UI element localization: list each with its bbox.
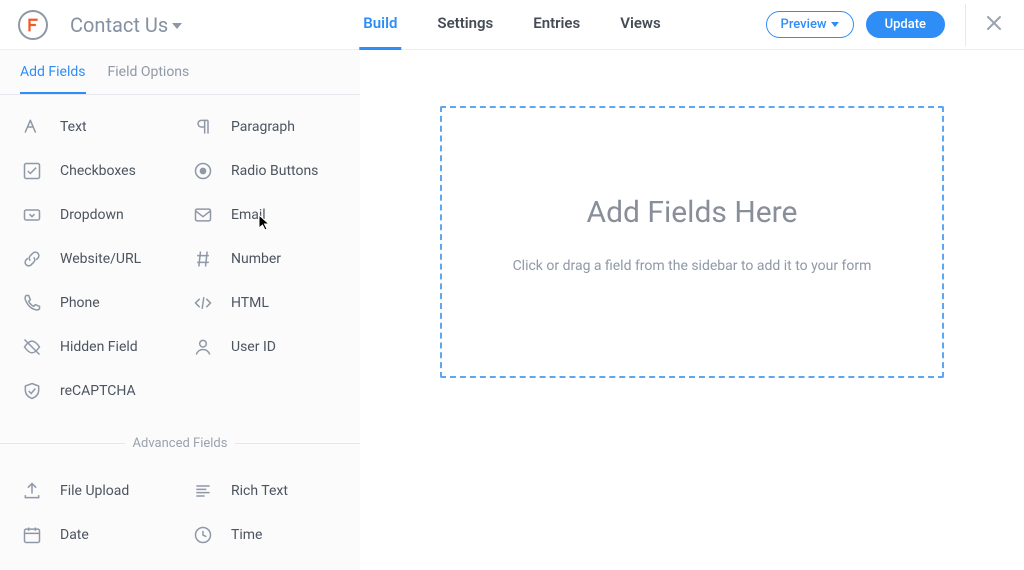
field-item-paragraph[interactable]: Paragraph (181, 105, 352, 149)
checkbox-icon (20, 159, 44, 183)
link-icon (20, 247, 44, 271)
field-item-label: Hidden Field (60, 339, 138, 355)
field-item-label: User ID (231, 339, 276, 355)
close-icon (986, 15, 1002, 31)
field-item-label: HTML (231, 295, 269, 311)
user-icon (191, 335, 215, 359)
upload-icon (20, 479, 44, 503)
date-icon (20, 523, 44, 547)
richtext-icon (191, 479, 215, 503)
field-item-star[interactable]: Star Rating (181, 557, 352, 570)
phone-icon (20, 291, 44, 315)
field-item-label: Number (231, 251, 281, 267)
field-item-dropdown[interactable]: Dropdown (10, 193, 181, 237)
field-item-time[interactable]: Time (181, 513, 352, 557)
section-label-advanced: Advanced Fields (125, 436, 236, 451)
html-icon (191, 291, 215, 315)
shield-icon (20, 379, 44, 403)
section-header-advanced: Advanced Fields (0, 431, 360, 455)
field-item-label: Date (60, 527, 89, 543)
field-item-link[interactable]: Website/URL (10, 237, 181, 281)
sidebar-tab-add-fields[interactable]: Add Fields (20, 64, 86, 94)
form-title-dropdown[interactable]: Contact Us (70, 13, 182, 37)
field-item-radio[interactable]: Radio Buttons (181, 149, 352, 193)
field-item-phone[interactable]: Phone (10, 281, 181, 325)
field-item-label: reCAPTCHA (60, 383, 136, 399)
email-icon (191, 203, 215, 227)
update-button[interactable]: Update (866, 11, 945, 38)
field-item-scale[interactable]: Scale (10, 557, 181, 570)
divider (965, 4, 966, 46)
tab-settings[interactable]: Settings (433, 0, 497, 50)
text-icon (20, 115, 44, 139)
field-item-label: Website/URL (60, 251, 141, 267)
field-item-email[interactable]: Email (181, 193, 352, 237)
field-item-upload[interactable]: File Upload (10, 469, 181, 513)
chevron-down-icon (172, 23, 182, 29)
hidden-icon (20, 335, 44, 359)
field-item-label: Dropdown (60, 207, 124, 223)
drop-zone[interactable]: Add Fields Here Click or drag a field fr… (440, 106, 944, 378)
drop-zone-subtitle: Click or drag a field from the sidebar t… (513, 258, 872, 274)
chevron-down-small-icon (831, 22, 839, 27)
dropdown-icon (20, 203, 44, 227)
field-item-hash[interactable]: Number (181, 237, 352, 281)
tab-entries[interactable]: Entries (529, 0, 584, 50)
field-item-label: Email (231, 207, 266, 223)
form-title-label: Contact Us (70, 13, 168, 37)
time-icon (191, 523, 215, 547)
paragraph-icon (191, 115, 215, 139)
hash-icon (191, 247, 215, 271)
tab-views[interactable]: Views (616, 0, 665, 50)
field-item-checkbox[interactable]: Checkboxes (10, 149, 181, 193)
form-canvas: Add Fields Here Click or drag a field fr… (360, 50, 1024, 570)
field-item-label: Checkboxes (60, 163, 136, 179)
field-item-label: Radio Buttons (231, 163, 318, 179)
app-logo-icon (18, 10, 48, 40)
field-item-text[interactable]: Text (10, 105, 181, 149)
preview-button[interactable]: Preview (766, 11, 854, 38)
preview-button-label: Preview (781, 17, 827, 32)
radio-icon (191, 159, 215, 183)
field-item-label: File Upload (60, 483, 129, 499)
field-item-html[interactable]: HTML (181, 281, 352, 325)
field-item-user[interactable]: User ID (181, 325, 352, 369)
field-item-date[interactable]: Date (10, 513, 181, 557)
drop-zone-title: Add Fields Here (587, 195, 798, 230)
field-item-hidden[interactable]: Hidden Field (10, 325, 181, 369)
tab-build[interactable]: Build (359, 0, 401, 50)
close-button[interactable] (982, 11, 1006, 39)
sidebar: Add Fields Field Options Text Paragraph Ch… (0, 50, 360, 570)
field-item-shield[interactable]: reCAPTCHA (10, 369, 181, 413)
field-item-label: Time (231, 527, 262, 543)
field-item-label: Paragraph (231, 119, 295, 135)
sidebar-tab-field-options[interactable]: Field Options (108, 64, 190, 94)
field-item-label: Rich Text (231, 483, 288, 499)
field-item-label: Text (60, 119, 87, 135)
field-item-richtext[interactable]: Rich Text (181, 469, 352, 513)
field-item-label: Phone (60, 295, 100, 311)
